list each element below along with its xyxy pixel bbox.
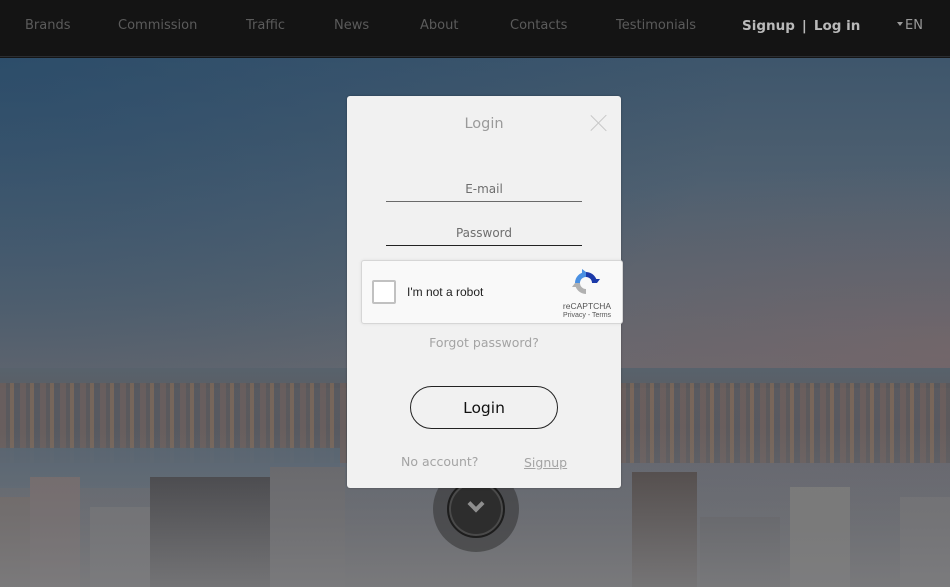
nav-link-brands[interactable]: Brands	[25, 18, 71, 33]
auth-links: Signup | Log in	[742, 18, 860, 34]
nav-link-commission[interactable]: Commission	[118, 18, 197, 33]
recaptcha-privacy-link[interactable]: Privacy	[563, 312, 586, 319]
recaptcha-logo-icon	[572, 269, 600, 294]
scroll-down-circle	[447, 480, 505, 538]
no-account-text: No account?	[401, 454, 479, 469]
signup-link[interactable]: Signup	[524, 455, 567, 470]
recaptcha-widget: I'm not a robot reCAPTCHA Privacy - Term…	[361, 260, 623, 324]
auth-separator: |	[801, 18, 807, 34]
login-button[interactable]: Login	[410, 386, 558, 429]
forgot-password-link[interactable]: Forgot password?	[347, 335, 621, 350]
recaptcha-brand: reCAPTCHA	[562, 301, 612, 311]
close-icon[interactable]	[590, 114, 608, 132]
recaptcha-label: I'm not a robot	[407, 285, 484, 299]
nav-link-traffic[interactable]: Traffic	[246, 18, 285, 33]
nav-login-link[interactable]: Log in	[814, 18, 860, 34]
recaptcha-terms-link[interactable]: Terms	[592, 312, 611, 319]
top-navbar: Brands Commission Traffic News About Con…	[0, 0, 950, 57]
language-selector[interactable]: EN	[897, 18, 923, 33]
password-field[interactable]	[386, 220, 582, 246]
nav-link-about[interactable]: About	[420, 18, 458, 33]
nav-link-news[interactable]: News	[334, 18, 369, 33]
caret-down-icon	[897, 21, 903, 26]
modal-title: Login	[464, 116, 504, 132]
recaptcha-checkbox[interactable]	[372, 280, 396, 304]
nav-link-contacts[interactable]: Contacts	[510, 18, 567, 33]
nav-link-testimonials[interactable]: Testimonials	[616, 18, 696, 33]
login-modal: Login I'm not a robot reCAPTCHA Privacy …	[347, 96, 623, 488]
language-label: EN	[905, 18, 923, 33]
nav-signup-link[interactable]: Signup	[742, 18, 795, 34]
email-field[interactable]	[386, 176, 582, 202]
recaptcha-links: Privacy - Terms	[552, 312, 622, 319]
chevron-down-icon	[467, 495, 485, 513]
